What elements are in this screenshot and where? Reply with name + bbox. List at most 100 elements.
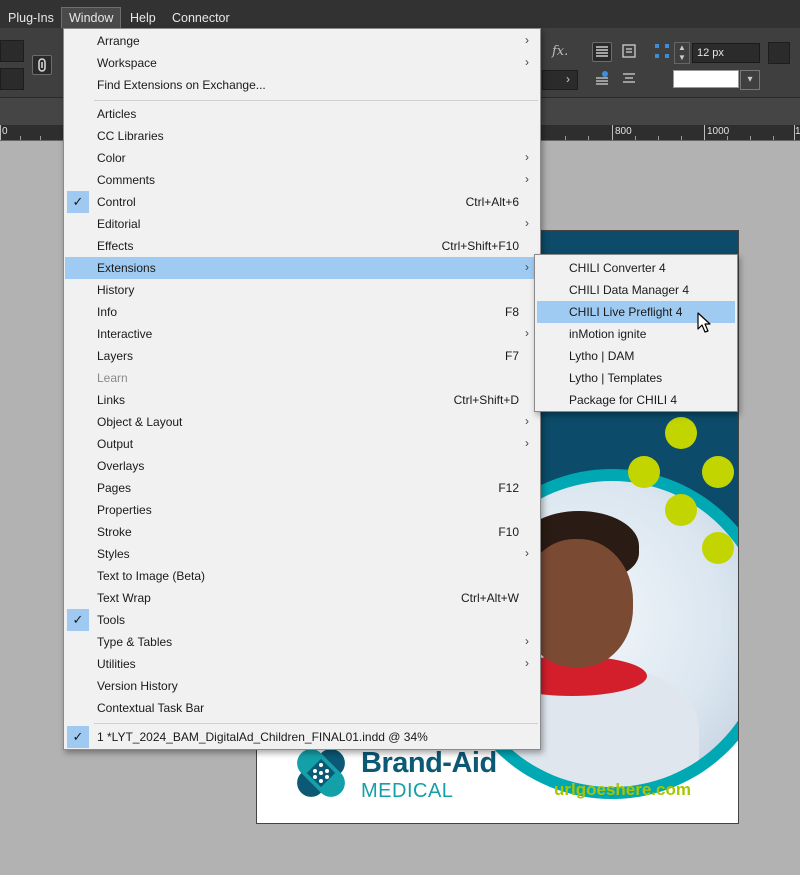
control-field-left-top[interactable] <box>0 40 24 62</box>
decor-dot <box>628 456 660 488</box>
chevron-right-icon: › <box>566 72 570 86</box>
ruler-tick <box>704 125 705 140</box>
menu-item-text-to-image[interactable]: Text to Image (Beta) <box>65 565 539 587</box>
checkmark-icon: ✓ <box>67 726 89 748</box>
column-icon[interactable] <box>592 69 612 89</box>
menu-item-color[interactable]: Color › <box>65 147 539 169</box>
submenu-item-lytho-templates[interactable]: Lytho | Templates <box>537 367 735 389</box>
menu-item-label: Editorial <box>97 217 141 231</box>
menu-item-label: Object & Layout <box>97 415 183 429</box>
justify-icon[interactable] <box>619 69 639 89</box>
brand-name: Brand-Aid <box>361 747 497 779</box>
menu-item-interactive[interactable]: Interactive › <box>65 323 539 345</box>
menu-item-overlays[interactable]: Overlays <box>65 455 539 477</box>
menu-item-label: Control <box>97 195 136 209</box>
submenu-item-label: inMotion ignite <box>569 327 647 341</box>
menu-item-type-tables[interactable]: Type & Tables › <box>65 631 539 653</box>
menu-connector[interactable]: Connector <box>165 8 237 28</box>
stroke-style-swatch[interactable] <box>673 70 739 88</box>
submenu-item-lytho-dam[interactable]: Lytho | DAM <box>537 345 735 367</box>
menu-item-label: Stroke <box>97 525 132 539</box>
menu-item-arrange[interactable]: Arrange › <box>65 30 539 52</box>
menu-item-label: Effects <box>97 239 134 253</box>
stepper-icon[interactable]: ▲ ▼ <box>674 42 690 64</box>
menu-item-tools[interactable]: ✓ Tools <box>65 609 539 631</box>
menu-help[interactable]: Help <box>123 8 163 28</box>
constrain-link-icon[interactable] <box>32 55 52 75</box>
menu-item-editorial[interactable]: Editorial › <box>65 213 539 235</box>
menu-item-shortcut: F8 <box>504 305 519 319</box>
menu-item-output[interactable]: Output › <box>65 433 539 455</box>
ruler-tick <box>612 125 613 140</box>
brand-subtitle: MEDICAL <box>361 780 454 802</box>
menu-item-control[interactable]: ✓ Control Ctrl+Alt+6 <box>65 191 539 213</box>
menu-item-label: Utilities <box>97 657 136 671</box>
grid-icon[interactable] <box>652 42 672 62</box>
point-size-input[interactable]: 12 px <box>692 43 760 63</box>
control-field-mid[interactable] <box>542 70 578 90</box>
submenu-item-chili-data-manager[interactable]: CHILI Data Manager 4 <box>537 279 735 301</box>
menu-item-utilities[interactable]: Utilities › <box>65 653 539 675</box>
ruler-label: 1000 <box>707 126 730 137</box>
menu-item-history[interactable]: History <box>65 279 539 301</box>
control-field-left-bottom[interactable] <box>0 68 24 90</box>
menu-item-shortcut: Ctrl+Shift+F10 <box>441 239 519 253</box>
menu-item-articles[interactable]: Articles <box>65 103 539 125</box>
control-field-right[interactable] <box>768 42 790 64</box>
menu-item-pages[interactable]: Pages F12 <box>65 477 539 499</box>
menu-item-open-document[interactable]: ✓ 1 *LYT_2024_BAM_DigitalAd_Children_FINA… <box>65 726 539 748</box>
menu-item-label: Layers <box>97 349 134 363</box>
menu-item-object-layout[interactable]: Object & Layout › <box>65 411 539 433</box>
decor-dot <box>665 494 697 526</box>
window-menu: Arrange › Workspace › Find Extensions on E… <box>63 28 541 750</box>
menu-item-cc-libraries[interactable]: CC Libraries <box>65 125 539 147</box>
menu-item-find-extensions[interactable]: Find Extensions on Exchange... <box>65 74 539 96</box>
menu-item-label: Text Wrap <box>97 591 151 605</box>
brand-logo-icon <box>291 743 351 803</box>
ruler-tick-minor <box>773 136 774 140</box>
menu-item-styles[interactable]: Styles › <box>65 543 539 565</box>
menu-item-layers[interactable]: Layers F7 <box>65 345 539 367</box>
menu-item-label: CC Libraries <box>97 129 164 143</box>
align-right-icon[interactable] <box>619 42 639 62</box>
menu-window[interactable]: Window <box>61 7 122 28</box>
submenu-item-label: Lytho | Templates <box>569 371 663 385</box>
menu-item-comments[interactable]: Comments › <box>65 169 539 191</box>
ruler-tick-minor <box>40 136 41 140</box>
menu-item-extensions[interactable]: Extensions › <box>65 257 539 279</box>
menu-item-contextual-task-bar[interactable]: Contextual Task Bar <box>65 697 539 719</box>
chevron-right-icon: › <box>525 172 529 186</box>
submenu-item-package-for-chili[interactable]: Package for CHILI 4 <box>537 389 735 411</box>
menu-item-label: Text to Image (Beta) <box>97 569 206 583</box>
menu-item-links[interactable]: Links Ctrl+Shift+D <box>65 389 539 411</box>
menu-item-stroke[interactable]: Stroke F10 <box>65 521 539 543</box>
align-left-icon[interactable] <box>592 42 612 62</box>
ruler-tick-minor <box>635 136 636 140</box>
menu-item-version-history[interactable]: Version History <box>65 675 539 697</box>
menu-item-workspace[interactable]: Workspace › <box>65 52 539 74</box>
chevron-right-icon: › <box>525 414 529 428</box>
menu-item-properties[interactable]: Properties <box>65 499 539 521</box>
menu-item-text-wrap[interactable]: Text Wrap Ctrl+Alt+W <box>65 587 539 609</box>
menu-item-label: Comments <box>97 173 156 187</box>
chevron-right-icon: › <box>525 33 529 47</box>
submenu-item-chili-converter[interactable]: CHILI Converter 4 <box>537 257 735 279</box>
brand-url: urlgoeshere.com <box>554 780 691 799</box>
menu-item-label: Type & Tables <box>97 635 173 649</box>
menu-item-label: Properties <box>97 503 152 517</box>
menu-plugins[interactable]: Plug-Ins <box>1 8 61 28</box>
menu-item-label: Articles <box>97 107 137 121</box>
menu-item-label: Interactive <box>97 327 153 341</box>
menu-separator <box>94 723 538 724</box>
menu-item-shortcut: F10 <box>498 525 519 539</box>
checkmark-icon: ✓ <box>67 191 89 213</box>
menu-item-info[interactable]: Info F8 <box>65 301 539 323</box>
chevron-down-icon[interactable]: ▾ <box>740 70 760 90</box>
chevron-right-icon: › <box>525 634 529 648</box>
menu-item-shortcut: F7 <box>504 349 519 363</box>
menu-item-effects[interactable]: Effects Ctrl+Shift+F10 <box>65 235 539 257</box>
fx-icon[interactable]: fx. <box>552 44 568 59</box>
menu-item-label: Links <box>97 393 126 407</box>
menu-item-label: Extensions <box>97 261 156 275</box>
menu-item-label: History <box>97 283 135 297</box>
